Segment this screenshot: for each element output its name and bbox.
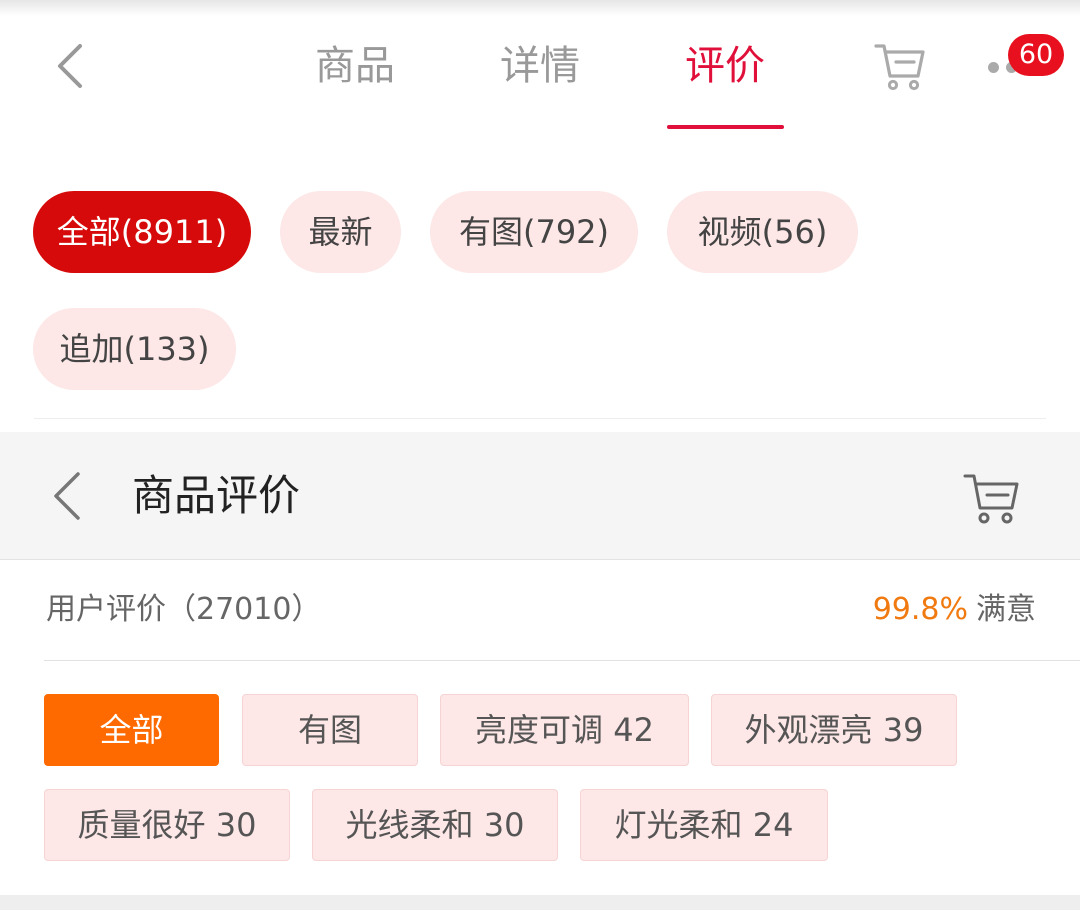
tag-soft-lamp-light[interactable]: 灯光柔和 24 — [580, 789, 828, 861]
tag-all[interactable]: 全部 — [44, 694, 219, 766]
chevron-left-icon — [54, 472, 80, 520]
tag-good-quality[interactable]: 质量很好 30 — [44, 789, 290, 861]
satisfaction: 99.8% 满意 — [873, 580, 1036, 640]
notification-badge: 60 — [1008, 34, 1064, 76]
satisfaction-rate: 99.8% — [872, 592, 968, 627]
filter-videos[interactable]: 视频(56) — [667, 191, 858, 273]
user-reviews-count: 用户评价（27010） — [46, 592, 322, 627]
filter-with-images[interactable]: 有图(792) — [430, 191, 638, 273]
satisfaction-label: 满意 — [976, 592, 1036, 627]
reviews-cart-button[interactable] — [960, 468, 1024, 528]
tab-details[interactable]: 详情 — [485, 38, 595, 94]
shopping-cart-icon — [874, 44, 925, 91]
bottom-bar — [0, 895, 1080, 910]
tab-reviews[interactable]: 评价 — [670, 38, 780, 94]
filter-latest[interactable]: 最新 — [280, 191, 401, 273]
tag-soft-light[interactable]: 光线柔和 30 — [312, 789, 558, 861]
chevron-left-icon — [58, 44, 82, 88]
page-title: 商品评价 — [132, 471, 301, 520]
active-tab-indicator — [667, 125, 784, 129]
cart-button[interactable] — [872, 38, 928, 94]
review-summary: 用户评价（27010） 99.8% 满意 — [46, 580, 1036, 640]
filter-follow-up[interactable]: 追加(133) — [33, 308, 236, 390]
reviews-back-button[interactable] — [46, 468, 90, 524]
tag-nice-appearance[interactable]: 外观漂亮 39 — [711, 694, 957, 766]
filter-all[interactable]: 全部(8911) — [33, 191, 251, 273]
status-shade — [0, 0, 1080, 16]
reviews-header: 商品评价 — [0, 432, 1080, 560]
divider — [44, 660, 1080, 661]
shopping-cart-icon — [963, 474, 1019, 524]
back-button[interactable] — [46, 38, 96, 94]
more-dots-icon — [988, 62, 999, 73]
divider — [34, 418, 1046, 419]
tab-products[interactable]: 商品 — [300, 38, 410, 94]
top-navigation: 商品 详情 评价 60 — [0, 16, 1080, 134]
tag-adjustable-brightness[interactable]: 亮度可调 42 — [440, 694, 689, 766]
tag-with-images[interactable]: 有图 — [242, 694, 418, 766]
